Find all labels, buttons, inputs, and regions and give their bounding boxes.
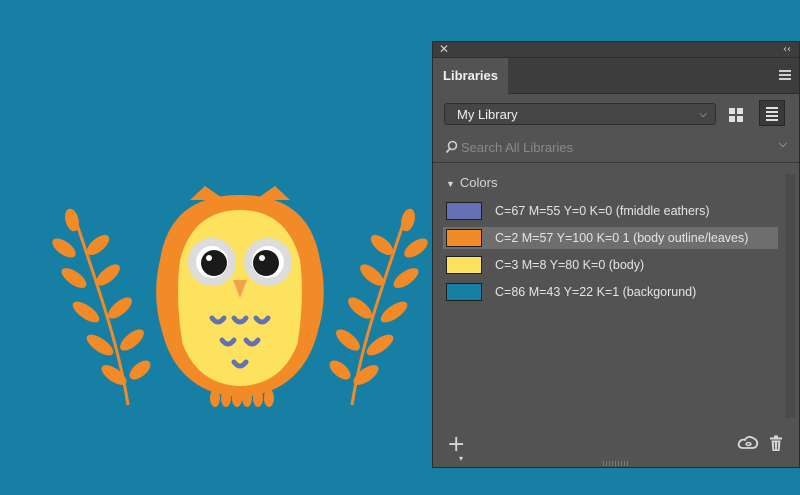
chevron-down-icon: ⌵ <box>699 109 707 120</box>
color-label: C=3 M=8 Y=80 K=0 (body) <box>495 258 645 272</box>
library-select[interactable]: My Library ⌵ <box>444 103 716 125</box>
panel-titlebar: ✕ ‹‹ <box>433 42 799 58</box>
panel-tabbar: Libraries <box>433 58 799 94</box>
color-item[interactable]: C=67 M=55 Y=0 K=0 (fmiddle eathers) <box>443 200 778 222</box>
color-swatch <box>446 229 482 247</box>
libraries-panel: ✕ ‹‹ Libraries My Library ⌵ ⌵ ▼ Colors <box>432 41 800 468</box>
hamburger-menu-icon[interactable] <box>779 70 791 80</box>
color-label: C=2 M=57 Y=100 K=0 1 (body outline/leave… <box>495 231 749 245</box>
grid-view-icon[interactable] <box>729 108 743 122</box>
color-swatch <box>446 202 482 220</box>
color-item[interactable]: C=3 M=8 Y=80 K=0 (body) <box>443 254 778 276</box>
color-swatch <box>446 256 482 274</box>
owl-illustration <box>52 186 428 407</box>
tab-libraries[interactable]: Libraries <box>433 58 508 94</box>
section-colors-header[interactable]: ▼ Colors <box>446 175 498 190</box>
scrollbar[interactable] <box>786 174 795 418</box>
left-leaf-branch <box>52 208 151 406</box>
color-label: C=86 M=43 Y=22 K=1 (backgorund) <box>495 285 697 299</box>
search-input[interactable] <box>461 138 761 156</box>
library-select-value: My Library <box>457 107 518 122</box>
section-title: Colors <box>459 175 498 190</box>
resize-grip[interactable] <box>603 461 629 466</box>
color-item[interactable]: C=86 M=43 Y=22 K=1 (backgorund) <box>443 281 778 303</box>
close-icon[interactable]: ✕ <box>439 42 449 57</box>
color-label: C=67 M=55 Y=0 K=0 (fmiddle eathers) <box>495 204 710 218</box>
list-view-icon[interactable] <box>759 100 785 126</box>
color-item[interactable]: C=2 M=57 Y=100 K=0 1 (body outline/leave… <box>443 227 778 249</box>
library-row: My Library ⌵ <box>433 94 799 134</box>
disclosure-triangle-icon: ▼ <box>446 179 455 189</box>
creative-cloud-icon[interactable] <box>737 435 759 451</box>
plus-icon[interactable]: + ▾ <box>447 434 465 464</box>
right-leaf-branch <box>329 208 428 406</box>
color-swatch <box>446 283 482 301</box>
panel-footer: + ▾ <box>433 425 799 467</box>
search-icon <box>445 140 458 154</box>
chevron-down-icon[interactable]: ⌵ <box>779 138 787 151</box>
search-row: ⌵ <box>433 134 799 163</box>
collapse-icon[interactable]: ‹‹ <box>783 42 791 57</box>
owl <box>156 186 324 407</box>
trash-icon[interactable] <box>769 435 783 452</box>
